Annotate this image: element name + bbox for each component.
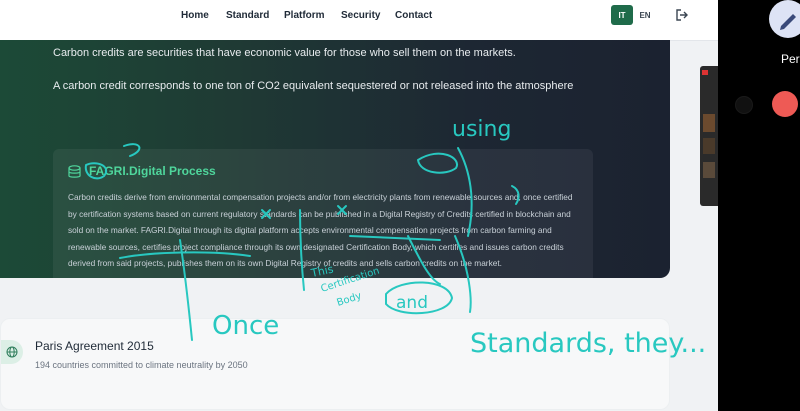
process-title: FAGRI.Digital Process [89, 164, 216, 178]
hero-line-1: Carbon credits are securities that have … [53, 47, 516, 59]
web-page: Home Standard Platform Security Contact … [0, 0, 718, 411]
globe-icon [1, 340, 23, 364]
language-en-button[interactable]: EN [634, 5, 656, 25]
color-black-swatch[interactable] [735, 96, 753, 114]
nav-security-link[interactable]: Security [341, 10, 380, 21]
top-navigation-bar: Home Standard Platform Security Contact … [0, 0, 718, 41]
process-card: FAGRI.Digital Process Carbon credits der… [53, 149, 593, 299]
logout-icon[interactable] [675, 8, 689, 22]
hero-section: Carbon credits are securities that have … [0, 40, 670, 299]
database-icon [68, 165, 81, 178]
process-description: Carbon credits derive from environmental… [68, 192, 573, 269]
language-it-button[interactable]: IT [611, 5, 633, 25]
nav-standard-link[interactable]: Standard [226, 10, 269, 21]
video-thumbnail-preview[interactable] [700, 66, 718, 206]
pen-tool-label: Per [781, 52, 800, 66]
paris-agreement-card: Paris Agreement 2015 194 countries commi… [0, 318, 670, 410]
pen-icon [780, 14, 796, 30]
paris-agreement-subtitle: 194 countries committed to climate neutr… [35, 360, 248, 370]
nav-home-link[interactable]: Home [181, 10, 209, 21]
nav-contact-link[interactable]: Contact [395, 10, 432, 21]
pen-tool-button[interactable] [769, 0, 800, 38]
nav-platform-link[interactable]: Platform [284, 10, 325, 21]
color-red-swatch[interactable] [772, 91, 798, 117]
hero-line-2: A carbon credit corresponds to one ton o… [53, 80, 574, 92]
paris-agreement-title: Paris Agreement 2015 [35, 339, 154, 353]
